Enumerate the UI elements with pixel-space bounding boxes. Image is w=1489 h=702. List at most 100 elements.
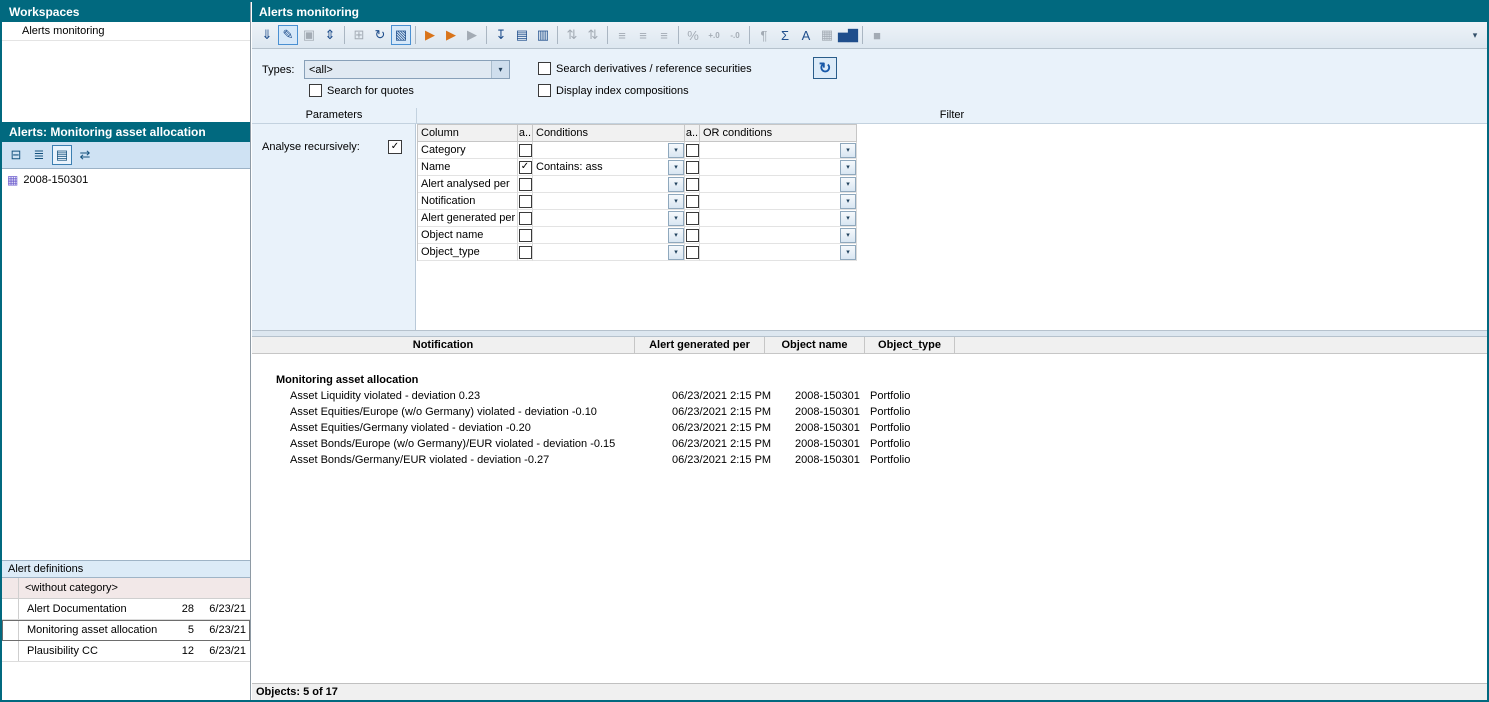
bar-chart-icon[interactable]: ▅▇	[838, 25, 858, 45]
search-derivatives-option[interactable]: Search derivatives / reference securitie…	[538, 62, 752, 75]
grid-column-name: Alert analysed per	[418, 176, 518, 193]
main-toolbar: ⇓ ✎ ▣ ⇕ ⊞ ↻ ▧ ▶ ▶ ▶ ↧ ▤ ▥ ⇅ ⇅ ≡ ≡ ≡ % +.…	[252, 22, 1487, 49]
or-dropdown-button[interactable]: ▾	[840, 177, 856, 192]
results-header-generated[interactable]: Alert generated per	[635, 337, 765, 353]
calendar-icon[interactable]: ⊞	[349, 25, 369, 45]
condition-active-checkbox[interactable]	[519, 246, 532, 259]
report-icon[interactable]: ▤	[512, 25, 532, 45]
print-view-icon[interactable]: ▤	[52, 145, 72, 165]
condition-active-checkbox[interactable]: ✓	[519, 161, 532, 174]
condition-dropdown-button[interactable]: ▾	[668, 160, 684, 175]
grid-lines-icon[interactable]: ▦	[817, 25, 837, 45]
or-dropdown-button[interactable]: ▾	[840, 228, 856, 243]
toolbar-overflow-icon[interactable]: ▾	[1468, 30, 1482, 41]
condition-active-checkbox[interactable]	[519, 229, 532, 242]
font-icon[interactable]: A	[796, 25, 816, 45]
remove-decimal-icon[interactable]: -.0	[725, 25, 745, 45]
or-active-checkbox[interactable]	[686, 195, 699, 208]
or-active-checkbox[interactable]	[686, 144, 699, 157]
search-quotes-checkbox[interactable]	[309, 84, 322, 97]
horizontal-splitter[interactable]	[252, 330, 1487, 337]
workspace-item-alerts-monitoring[interactable]: Alerts monitoring	[2, 22, 250, 41]
results-header: Notification Alert generated per Object …	[252, 337, 1487, 354]
sort-ascending-icon[interactable]: ⇅	[562, 25, 582, 45]
result-generated: 06/23/2021 2:15 PM	[672, 404, 795, 420]
search-derivatives-label: Search derivatives / reference securitie…	[556, 63, 752, 75]
notebook-icon[interactable]: ▥	[533, 25, 553, 45]
align-right-icon[interactable]: ≡	[654, 25, 674, 45]
load-data-icon[interactable]: ⇓	[257, 25, 277, 45]
tree-view-icon[interactable]: ⊟	[6, 145, 26, 165]
percent-icon[interactable]: %	[683, 25, 703, 45]
results-header-object-type[interactable]: Object_type	[865, 337, 955, 353]
stop-icon[interactable]: ■	[867, 25, 887, 45]
run-next-icon[interactable]: ▶	[441, 25, 461, 45]
definitions-category-row[interactable]: <without category>	[2, 578, 250, 599]
or-active-checkbox[interactable]	[686, 246, 699, 259]
header-column: Column	[418, 125, 518, 142]
condition-active-checkbox[interactable]	[519, 144, 532, 157]
or-active-checkbox[interactable]	[686, 161, 699, 174]
definition-row-monitoring-asset-allocation[interactable]: Monitoring asset allocation 5 6/23/21	[2, 620, 250, 641]
condition-active-checkbox[interactable]	[519, 195, 532, 208]
search-derivatives-checkbox[interactable]	[538, 62, 551, 75]
toolbar-divider	[862, 26, 863, 44]
or-active-checkbox[interactable]	[686, 212, 699, 225]
condition-dropdown-button[interactable]: ▾	[668, 245, 684, 260]
results-table: Notification Alert generated per Object …	[252, 337, 1487, 683]
drill-down-icon[interactable]: ↧	[491, 25, 511, 45]
or-dropdown-button[interactable]: ▾	[840, 194, 856, 209]
condition-active-checkbox[interactable]	[519, 178, 532, 191]
align-center-icon[interactable]: ≡	[633, 25, 653, 45]
run-all-icon[interactable]: ▶	[462, 25, 482, 45]
condition-dropdown-button[interactable]: ▾	[668, 177, 684, 192]
run-alert-icon[interactable]: ▶	[420, 25, 440, 45]
result-row[interactable]: Asset Bonds/Germany/EUR violated - devia…	[252, 452, 1487, 468]
condition-dropdown-button[interactable]: ▾	[668, 228, 684, 243]
display-index-checkbox[interactable]	[538, 84, 551, 97]
chart-edit-icon[interactable]: ▧	[391, 25, 411, 45]
results-header-object-name[interactable]: Object name	[765, 337, 865, 353]
condition-dropdown-button[interactable]: ▾	[668, 143, 684, 158]
refresh-search-button[interactable]: ↻	[813, 57, 837, 79]
freeze-icon[interactable]: ¶	[754, 25, 774, 45]
result-row[interactable]: Asset Equities/Europe (w/o Germany) viol…	[252, 404, 1487, 420]
condition-dropdown-button[interactable]: ▾	[668, 194, 684, 209]
or-dropdown-button[interactable]: ▾	[840, 211, 856, 226]
definition-date: 6/23/21	[194, 603, 250, 615]
or-active-checkbox[interactable]	[686, 178, 699, 191]
result-row[interactable]: Asset Bonds/Europe (w/o Germany)/EUR vio…	[252, 436, 1487, 452]
refresh-icon[interactable]: ↻	[370, 25, 390, 45]
result-row[interactable]: Asset Equities/Germany violated - deviat…	[252, 420, 1487, 436]
definition-name: Monitoring asset allocation	[19, 624, 164, 636]
header-or-conditions: OR conditions	[700, 125, 857, 142]
definition-row-alert-documentation[interactable]: Alert Documentation 28 6/23/21	[2, 599, 250, 620]
or-dropdown-button[interactable]: ▾	[840, 143, 856, 158]
or-active-checkbox[interactable]	[686, 229, 699, 242]
or-dropdown-button[interactable]: ▾	[840, 160, 856, 175]
sum-icon[interactable]: Σ	[775, 25, 795, 45]
app-window: Workspaces Alerts monitoring Alerts: Mon…	[0, 0, 1489, 702]
condition-dropdown-button[interactable]: ▾	[668, 211, 684, 226]
sort-descending-icon[interactable]: ⇅	[583, 25, 603, 45]
main-panel: Alerts monitoring ⇓ ✎ ▣ ⇕ ⊞ ↻ ▧ ▶ ▶ ▶ ↧ …	[252, 2, 1487, 700]
list-view-icon[interactable]: ≣	[29, 145, 49, 165]
result-row[interactable]: Asset Liquidity violated - deviation 0.2…	[252, 388, 1487, 404]
edit-analysis-icon[interactable]: ✎	[278, 25, 298, 45]
filter-settings-icon[interactable]: ⇄	[75, 145, 95, 165]
condition-active-checkbox[interactable]	[519, 212, 532, 225]
results-header-notification[interactable]: Notification	[252, 337, 635, 353]
copy-icon[interactable]: ▣	[299, 25, 319, 45]
display-index-option[interactable]: Display index compositions	[538, 84, 689, 97]
chevron-down-icon[interactable]: ▾	[491, 61, 509, 78]
add-decimal-icon[interactable]: +.0	[704, 25, 724, 45]
align-left-icon[interactable]: ≡	[612, 25, 632, 45]
portfolio-tree-item[interactable]: ▦ 2008-150301	[7, 172, 88, 188]
results-group-header[interactable]: Monitoring asset allocation	[252, 372, 1487, 388]
types-dropdown[interactable]: <all> ▾	[304, 60, 510, 79]
analyse-recursively-checkbox[interactable]: ✓	[388, 140, 402, 154]
definition-row-plausibility-cc[interactable]: Plausibility CC 12 6/23/21	[2, 641, 250, 662]
fit-view-icon[interactable]: ⇕	[320, 25, 340, 45]
search-quotes-option[interactable]: Search for quotes	[309, 84, 414, 97]
or-dropdown-button[interactable]: ▾	[840, 245, 856, 260]
